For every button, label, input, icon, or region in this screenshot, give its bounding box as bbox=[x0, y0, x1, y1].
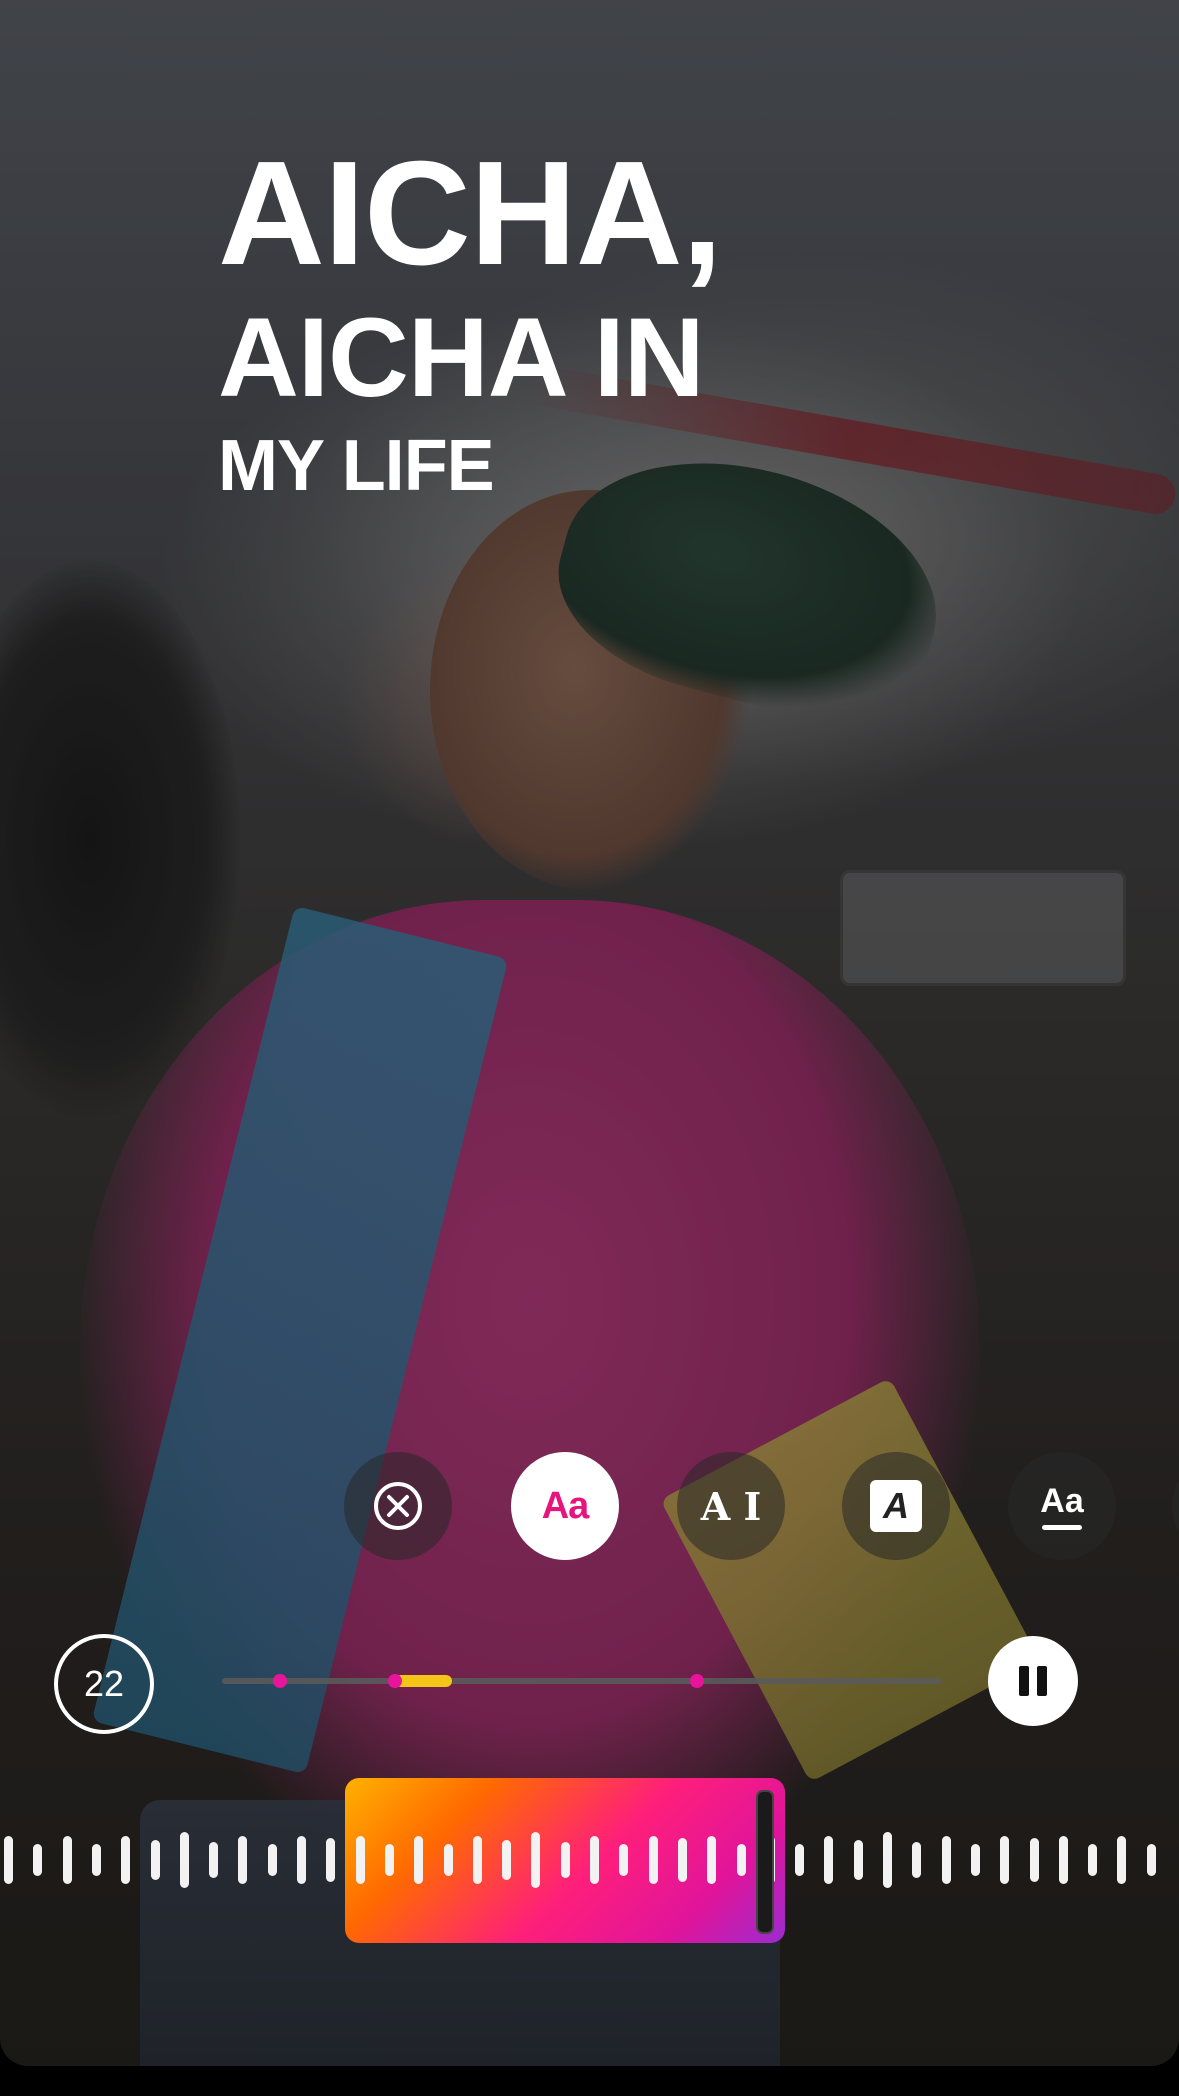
music-waveform[interactable] bbox=[0, 1828, 1179, 1892]
waveform-bar bbox=[414, 1836, 424, 1884]
waveform-bar bbox=[1088, 1844, 1098, 1876]
waveform-bar bbox=[560, 1842, 570, 1878]
waveform-bar bbox=[648, 1836, 658, 1884]
timeline-selection bbox=[394, 1675, 453, 1687]
duration-value: 22 bbox=[83, 1663, 125, 1704]
waveform-bar bbox=[619, 1844, 629, 1876]
waveform-bar bbox=[795, 1844, 805, 1876]
pause-button[interactable] bbox=[988, 1636, 1078, 1726]
lyrics-line-1: AICHA, bbox=[218, 131, 723, 296]
waveform-bar bbox=[4, 1836, 13, 1884]
waveform-bar bbox=[912, 1842, 922, 1878]
lyrics-line-3: MY LIFE bbox=[218, 426, 495, 506]
style-classic-button[interactable]: Aa bbox=[511, 1452, 619, 1560]
waveform-bar bbox=[941, 1836, 951, 1884]
style-underline-label: Aa bbox=[1040, 1482, 1084, 1520]
waveform-bar bbox=[883, 1832, 892, 1888]
waveform-bar bbox=[472, 1836, 482, 1884]
style-typewriter-button[interactable]: A I bbox=[677, 1452, 785, 1560]
waveform-bar bbox=[179, 1832, 189, 1888]
style-typewriter-label: A I bbox=[700, 1483, 762, 1529]
waveform-bar bbox=[1058, 1836, 1068, 1884]
waveform-bar bbox=[824, 1836, 834, 1884]
waveform-bar bbox=[707, 1836, 717, 1884]
remove-style-button[interactable] bbox=[344, 1452, 452, 1560]
duration-counter[interactable]: 22 bbox=[54, 1634, 154, 1734]
underline-bar bbox=[1042, 1525, 1082, 1530]
waveform-bar bbox=[33, 1844, 43, 1876]
style-classic-label: Aa bbox=[541, 1484, 590, 1527]
waveform-bar bbox=[326, 1838, 336, 1882]
waveform-bar bbox=[91, 1844, 101, 1876]
clip-timeline[interactable] bbox=[222, 1674, 942, 1688]
waveform-bar bbox=[970, 1844, 980, 1876]
waveform-bar bbox=[531, 1832, 541, 1888]
waveform-bar bbox=[355, 1836, 365, 1884]
lyrics-line-2: AICHA IN bbox=[218, 295, 705, 420]
waveform-bar bbox=[1146, 1844, 1156, 1876]
lyrics-title[interactable]: AICHA, AICHA IN MY LIFE bbox=[218, 131, 723, 506]
timeline-marker[interactable] bbox=[272, 1674, 287, 1688]
waveform-bar bbox=[853, 1840, 863, 1880]
style-strong-label: A bbox=[870, 1480, 922, 1532]
waveform-bar bbox=[443, 1844, 453, 1876]
style-underline-icon: Aa bbox=[1040, 1482, 1084, 1530]
waveform-bar bbox=[62, 1836, 72, 1884]
selection-drag-handle[interactable] bbox=[756, 1790, 774, 1934]
waveform-bar bbox=[677, 1838, 687, 1882]
waveform-bar bbox=[736, 1844, 746, 1876]
timeline-marker[interactable] bbox=[387, 1674, 402, 1688]
style-strong-button[interactable]: A bbox=[842, 1452, 950, 1560]
waveform-bar bbox=[297, 1836, 306, 1884]
waveform-bar bbox=[150, 1840, 160, 1880]
waveform-bar bbox=[384, 1844, 394, 1876]
waveform-bar bbox=[238, 1836, 248, 1884]
pause-icon bbox=[1019, 1666, 1047, 1696]
waveform-bar bbox=[1117, 1836, 1127, 1884]
waveform-bar bbox=[502, 1840, 512, 1880]
waveform-bar bbox=[121, 1836, 131, 1884]
waveform-bar bbox=[209, 1842, 219, 1878]
waveform-bar bbox=[267, 1844, 277, 1876]
waveform-bar bbox=[1029, 1838, 1039, 1882]
style-underline-button[interactable]: Aa bbox=[1008, 1452, 1116, 1560]
media-preview: AICHA, AICHA IN MY LIFE Aa A I A Aa 22 bbox=[0, 0, 1179, 2066]
waveform-bar bbox=[590, 1836, 599, 1884]
waveform-bar bbox=[1000, 1836, 1010, 1884]
close-circle-icon bbox=[374, 1482, 422, 1530]
